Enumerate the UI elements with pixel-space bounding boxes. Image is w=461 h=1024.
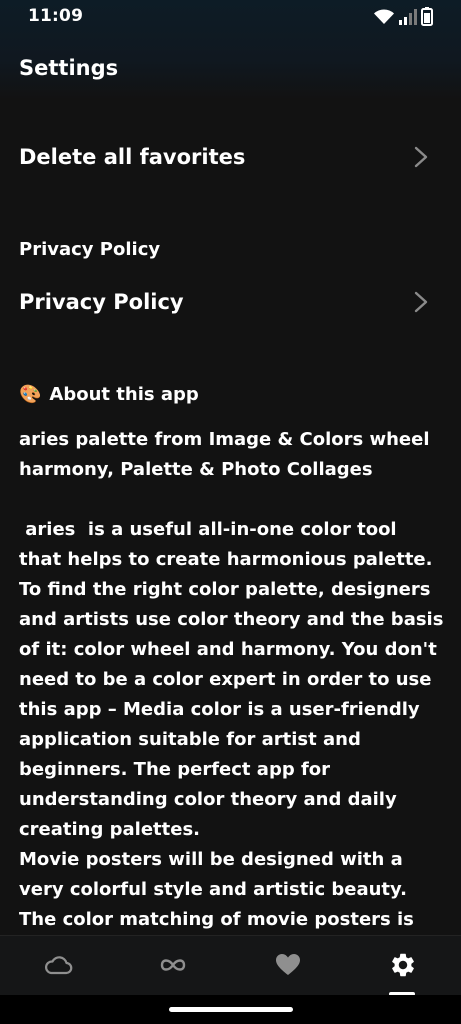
delete-all-favorites-row[interactable]: Delete all favorites — [0, 127, 461, 187]
heart-icon — [275, 954, 300, 975]
settings-list: Delete all favorites Privacy Policy Priv… — [0, 100, 461, 935]
nav-favorites[interactable] — [230, 936, 345, 995]
wifi-icon — [374, 9, 394, 24]
settings-screen: 11:09 Settings Delete all favorites Priv… — [0, 0, 461, 995]
page-title: Settings — [19, 56, 119, 80]
delete-all-favorites-label: Delete all favorites — [19, 145, 246, 169]
nav-settings[interactable] — [345, 936, 460, 995]
gear-icon — [391, 953, 414, 977]
infinity-icon — [160, 959, 185, 971]
chevron-right-icon — [414, 146, 428, 168]
privacy-policy-row[interactable]: Privacy Policy — [0, 272, 461, 332]
about-title: About this app — [49, 384, 199, 405]
about-section-header: 🎨 About this app — [19, 384, 199, 405]
cellular-signal-icon — [399, 8, 417, 25]
chevron-right-icon — [414, 291, 428, 313]
privacy-section-title: Privacy Policy — [19, 239, 161, 260]
status-bar: 11:09 — [0, 0, 461, 34]
app-bar: 11:09 Settings — [0, 0, 461, 100]
about-heading-text: aries palette from Image & Colors wheel … — [19, 429, 436, 480]
about-paragraph-1: aries is a useful all-in-one color tool … — [19, 519, 450, 840]
battery-icon — [421, 7, 433, 26]
system-gesture-bar — [0, 995, 461, 1024]
status-time: 11:09 — [28, 6, 84, 26]
bottom-navigation — [0, 935, 461, 995]
nav-cloud[interactable] — [0, 936, 115, 995]
home-gesture-handle[interactable] — [169, 1007, 293, 1012]
about-paragraph-2: Movie posters will be designed with a ve… — [19, 849, 414, 930]
status-icons — [373, 7, 433, 26]
nav-infinity[interactable] — [115, 936, 230, 995]
palette-emoji-icon: 🎨 — [19, 384, 42, 405]
privacy-policy-label: Privacy Policy — [19, 290, 184, 314]
cloud-icon — [44, 956, 72, 975]
